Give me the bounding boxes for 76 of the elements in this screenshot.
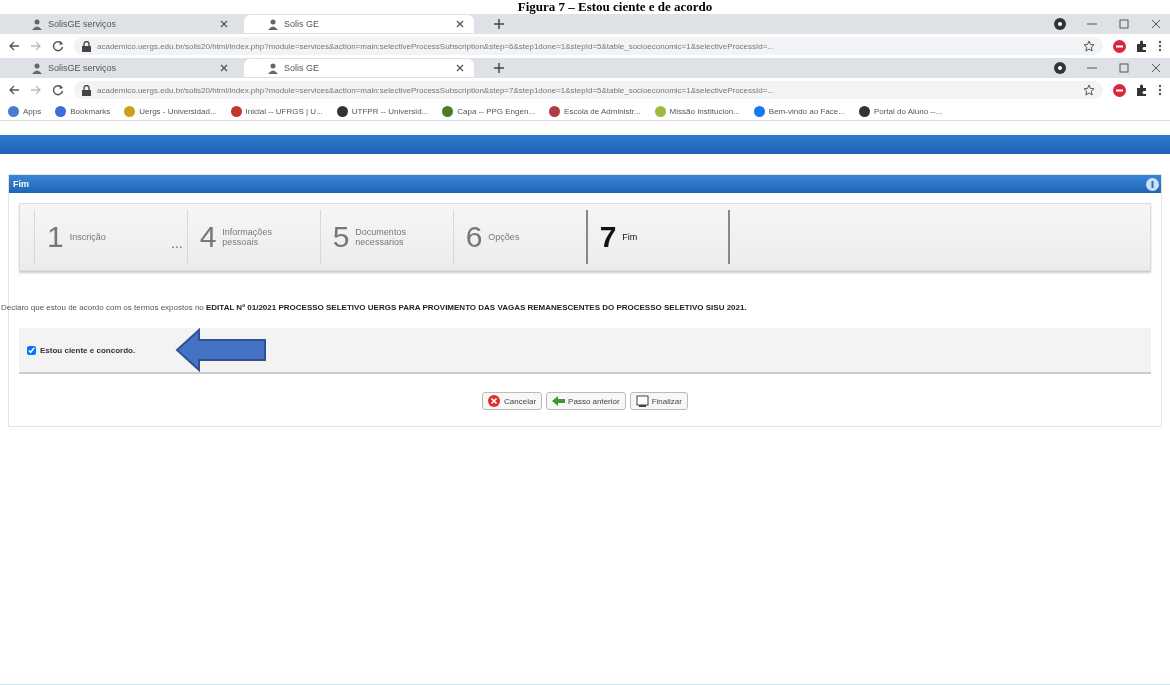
person-icon <box>268 18 278 30</box>
monitor-icon <box>635 395 649 407</box>
stop-sign-icon[interactable] <box>1113 39 1126 53</box>
bookmark-icon <box>336 105 348 117</box>
bookmark-icon <box>549 105 561 117</box>
back-icon[interactable] <box>8 84 20 96</box>
bookmark[interactable]: Capa -- PPG Engen... <box>442 105 536 117</box>
close-icon[interactable] <box>1150 62 1162 74</box>
bookmark[interactable]: Bookmarks <box>55 105 111 117</box>
ellipsis: ... <box>170 234 184 251</box>
close-icon[interactable] <box>1150 18 1162 30</box>
close-icon[interactable] <box>220 20 228 28</box>
back-button[interactable]: Passo anterior <box>546 392 626 410</box>
browser-tab[interactable]: Solis GE <box>244 15 474 33</box>
url-text: academico.uergs.edu.br/solis20/html/index.php?module=services&action=main:selectiveProcessSubscription&step=7&step1done=1&stepId=5&table_socioeconomic=1&selectiveProcessId=... <box>97 85 776 95</box>
new-tab-icon[interactable] <box>494 19 504 29</box>
account-icon[interactable] <box>1054 18 1066 30</box>
stop-sign-icon[interactable] <box>1113 83 1126 97</box>
cancel-button[interactable]: Cancelar <box>482 392 543 410</box>
address-bar[interactable]: academico.uergs.edu.br/solis20/html/index.php?module=services&action=main:selectiveProcessSubscription&step=6&step1done=1&stepId=5&table_socioeconomic=1&selectiveProcessId=... <box>74 37 1103 55</box>
bookmark-icon <box>442 105 454 117</box>
tab-title: Solis GE <box>284 19 320 29</box>
bookmark[interactable]: Escola de Administr... <box>549 105 641 117</box>
close-icon[interactable] <box>456 20 464 28</box>
bookmark-icon <box>753 105 765 117</box>
lock-icon <box>82 84 91 96</box>
puzzle-icon[interactable] <box>1136 84 1148 96</box>
maximize-icon[interactable] <box>1118 62 1130 74</box>
close-icon[interactable] <box>456 64 464 72</box>
maximize-icon[interactable] <box>1118 18 1130 30</box>
person-icon <box>32 18 42 30</box>
more-icon[interactable] <box>1158 84 1162 96</box>
bookmark[interactable]: Portal do Aluno --... <box>858 105 943 117</box>
address-bar[interactable]: academico.uergs.edu.br/solis20/html/index.php?module=services&action=main:selectiveProcessSubscription&step=7&step1done=1&stepId=5&table_socioeconomic=1&selectiveProcessId=... <box>74 81 1103 99</box>
person-icon <box>32 62 42 74</box>
bookmark[interactable]: Bem-vindo ao Face... <box>753 105 845 117</box>
agree-checkbox[interactable] <box>27 345 36 355</box>
bookmark-icon <box>230 105 242 117</box>
checkbox-label[interactable]: Estou ciente e concordo. <box>40 345 136 355</box>
bookmark-icon <box>124 105 136 117</box>
bookmark[interactable]: Missão Institucion... <box>654 105 740 117</box>
tab-title: SolisGE serviços <box>48 19 118 29</box>
lock-icon <box>82 40 91 52</box>
reload-icon[interactable] <box>52 40 64 52</box>
tab-title: Solis GE <box>284 63 320 73</box>
account-icon[interactable] <box>1054 62 1066 74</box>
url-text: academico.uergs.edu.br/solis20/html/index.php?module=services&action=main:selectiveProcessSubscription&step=6&step1done=1&stepId=5&table_socioeconomic=1&selectiveProcessId=... <box>97 41 776 51</box>
star-icon[interactable] <box>1083 40 1095 52</box>
cancel-icon <box>488 395 502 407</box>
figure-caption: Figura 7 – Estou ciente e de acordo <box>516 0 714 14</box>
browser-tab[interactable]: SolisGE serviços <box>8 15 238 33</box>
declaration-text: Declaro que estou de acordo com os termos expostos no EDITAL Nº 01/2021 PROCESSO SELETIVO UERGS PARA PROVIMENTO DAS VAGAS REMANESCENTES DO PROCESSO SELETIVO SISU 2021. <box>1 303 748 312</box>
left-arrow-icon <box>552 395 566 407</box>
browser-tab[interactable]: Solis GE <box>244 59 474 77</box>
star-icon[interactable] <box>1083 84 1095 96</box>
panel-title: Fim <box>13 179 29 189</box>
puzzle-icon[interactable] <box>1136 40 1148 52</box>
new-tab-icon[interactable] <box>494 63 504 73</box>
bookmark[interactable]: Apps <box>8 105 42 117</box>
bookmark-icon <box>55 105 67 117</box>
browser-tab[interactable]: SolisGE serviços <box>8 59 238 77</box>
tab-title: SolisGE serviços <box>48 63 118 73</box>
bookmark-icon <box>654 105 666 117</box>
bookmark[interactable]: Uergs - Universidad... <box>124 105 217 117</box>
bookmark[interactable]: Inicial -- UFRGS | U... <box>230 105 323 117</box>
bookmark[interactable]: UTFPR -- Universid... <box>336 105 429 117</box>
more-icon[interactable] <box>1158 40 1162 52</box>
arrow-annotation-icon <box>175 328 268 372</box>
close-icon[interactable] <box>220 64 228 72</box>
reload-icon[interactable] <box>52 84 64 96</box>
help-icon[interactable] <box>1146 177 1159 191</box>
back-icon[interactable] <box>8 40 20 52</box>
bookmark-icon <box>8 105 19 117</box>
person-icon <box>268 62 278 74</box>
finish-button[interactable]: Finalizar <box>629 392 688 410</box>
bookmark-icon <box>858 105 870 117</box>
